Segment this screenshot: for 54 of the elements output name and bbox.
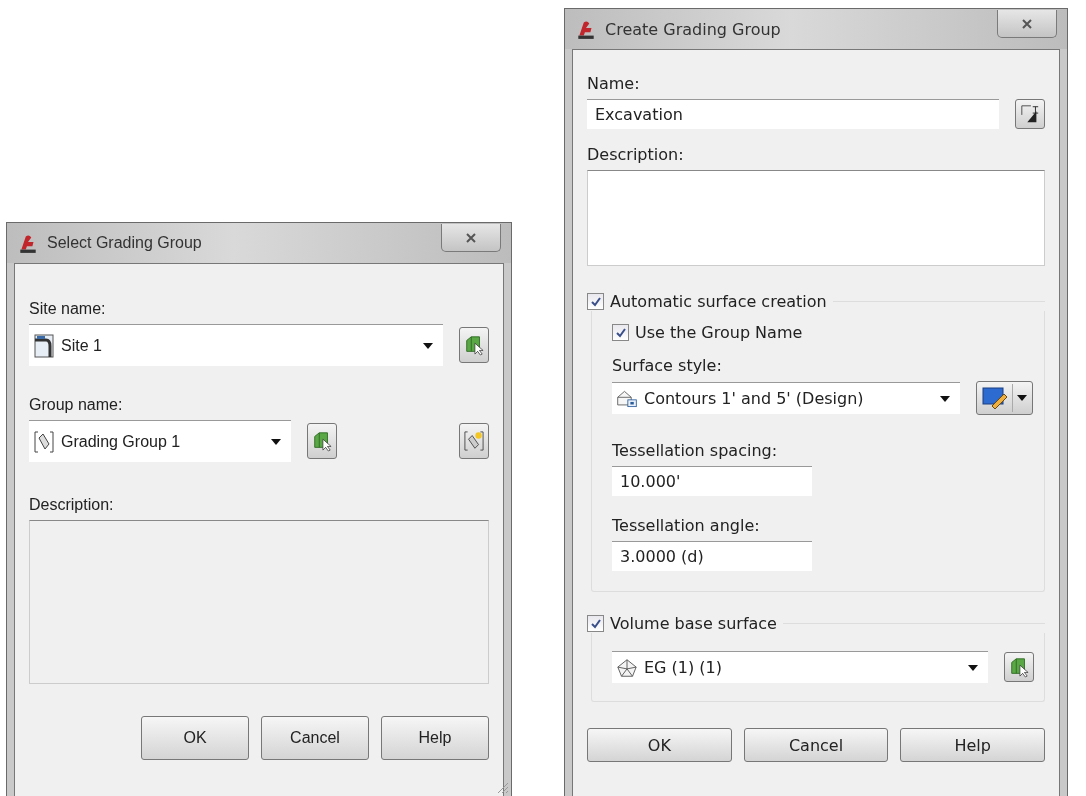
field-label: Name:: [587, 74, 641, 93]
dialog-button[interactable]: Cancel: [261, 716, 369, 760]
close-button[interactable]: [441, 224, 501, 252]
field-label: Description:: [29, 496, 115, 514]
dialog-button[interactable]: OK: [587, 728, 732, 762]
grading-group-icon: [33, 429, 55, 454]
pencil-icon: [982, 386, 1008, 410]
window-title: Select Grading Group: [47, 234, 203, 252]
automatic-surface-checkbox[interactable]: Automatic surface creation: [587, 292, 827, 311]
checkbox[interactable]: [587, 615, 604, 632]
description-field[interactable]: [587, 170, 1045, 266]
tessellation-angle-field[interactable]: 3.0000 (d): [612, 541, 812, 571]
use-group-name-checkbox[interactable]: Use the Group Name: [612, 323, 803, 342]
cube-cursor-icon: [464, 334, 484, 356]
field-label: Group name:: [29, 396, 124, 414]
close-button[interactable]: [997, 10, 1057, 38]
name-template-button[interactable]: [1015, 99, 1045, 129]
field-label: Tessellation spacing:: [612, 441, 778, 460]
site-dropdown[interactable]: Site 1: [29, 324, 443, 366]
new-group-button[interactable]: [459, 423, 489, 459]
close-icon: [1021, 17, 1033, 30]
dialog-button[interactable]: Help: [381, 716, 489, 760]
dialog-button[interactable]: OK: [141, 716, 249, 760]
field-label: Site name:: [29, 300, 107, 318]
group-dropdown[interactable]: Grading Group 1: [29, 420, 291, 462]
pick-from-drawing-button[interactable]: [1004, 652, 1034, 682]
dropdown-caret-icon: [423, 342, 433, 349]
checkbox[interactable]: [612, 324, 629, 341]
field-label: Description:: [587, 145, 685, 164]
field-label: Surface style:: [612, 356, 722, 375]
pick-from-drawing-button[interactable]: [307, 423, 337, 459]
tessellation-spacing-field[interactable]: 10.000': [612, 466, 812, 496]
pick-from-drawing-button[interactable]: [459, 327, 489, 363]
checkbox[interactable]: [587, 293, 604, 310]
volume-base-checkbox[interactable]: Volume base surface: [587, 614, 777, 633]
dropdown-caret-icon: [271, 438, 281, 445]
dialog-button[interactable]: Help: [900, 728, 1045, 762]
dropdown-caret-icon: [968, 664, 978, 671]
dropdown-caret-icon: [940, 395, 950, 402]
new-group-icon: [464, 430, 484, 452]
edit-style-button[interactable]: [976, 381, 1033, 415]
dialog-button[interactable]: Cancel: [743, 728, 889, 762]
base-surface-dropdown[interactable]: EG (1) (1): [612, 651, 988, 683]
site-icon: [33, 333, 55, 358]
field-label: Tessellation angle:: [612, 516, 760, 535]
window-title: Create Grading Group: [605, 19, 782, 39]
name-template-icon: [1020, 104, 1040, 124]
close-icon: [465, 231, 477, 244]
name-field[interactable]: Excavation: [587, 99, 999, 129]
surface-style-dropdown[interactable]: Contours 1' and 5' (Design): [612, 382, 960, 414]
dropdown-caret-icon: [1017, 395, 1027, 401]
cube-cursor-icon: [1009, 656, 1029, 678]
cube-cursor-icon: [312, 430, 332, 452]
resize-grip-icon: [495, 780, 509, 794]
